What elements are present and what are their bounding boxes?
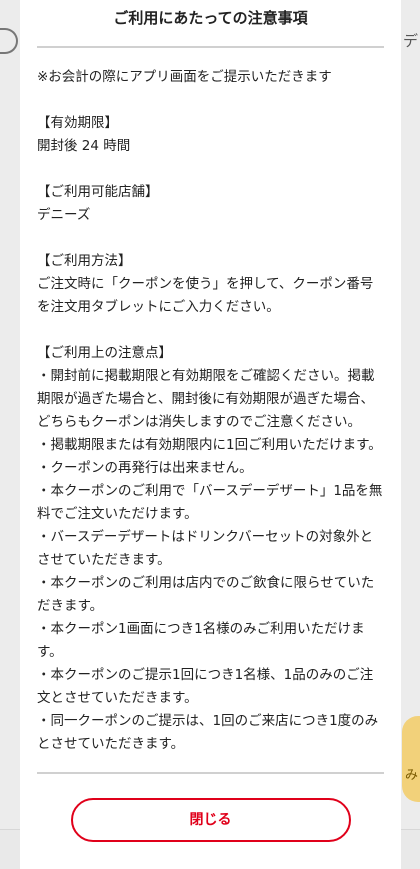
- note-item: ・本クーポンのご提示1回につき1名様、1品のみのご注文とさせていただきます。: [37, 667, 374, 706]
- section-expiry: 【有効期限】 開封後 24 時間: [37, 112, 384, 158]
- note-item: ・バースデーデザートはドリンクバーセットの対象外とさせていただきます。: [37, 529, 374, 568]
- close-button[interactable]: 閉じる: [70, 798, 351, 842]
- section-heading: 【有効期限】: [37, 115, 118, 131]
- section-line: デニーズ: [37, 207, 91, 223]
- notice-modal: ご利用にあたっての注意事項 ※お会計の際にアプリ画面をご提示いただきます 【有効…: [20, 0, 401, 869]
- note-item: ・本クーポン1画面につき1名様のみご利用いただけます。: [37, 621, 365, 660]
- modal-body: ※お会計の際にアプリ画面をご提示いただきます 【有効期限】 開封後 24 時間 …: [20, 48, 401, 756]
- note-item: ・掲載期限または有効期限内に1回ご利用いただけます。: [37, 437, 382, 453]
- section-heading: 【ご利用方法】: [37, 253, 132, 269]
- background-back-icon: [0, 28, 18, 54]
- section-line: 開封後 24 時間: [37, 138, 131, 154]
- intro-text: ※お会計の際にアプリ画面をご提示いただきます: [37, 69, 332, 85]
- background-mascot-badge: [402, 716, 420, 802]
- section-usage: 【ご利用方法】 ご注文時に「クーポンを使う」を押して、クーポン番号を注文用タブレ…: [37, 250, 384, 319]
- note-item: ・クーポンの再発行は出来ません。: [37, 460, 253, 476]
- section-notes: 【ご利用上の注意点】 ・開封前に掲載期限と有効期限をご確認ください。掲載期限が過…: [37, 342, 384, 756]
- section-heading: 【ご利用上の注意点】: [37, 345, 172, 361]
- section-stores: 【ご利用可能店舗】 デニーズ: [37, 181, 384, 227]
- modal-title: ご利用にあたっての注意事項: [113, 9, 308, 27]
- note-item: ・同一クーポンのご提示は、1回のご来店につき1度のみとさせていただきます。: [37, 713, 379, 752]
- note-item: ・開封前に掲載期限と有効期限をご確認ください。掲載期限が過ぎた場合と、開封後に有…: [37, 368, 375, 430]
- intro-note: ※お会計の際にアプリ画面をご提示いただきます: [37, 66, 384, 89]
- footer-divider: [37, 772, 384, 774]
- section-line: ご注文時に「クーポンを使う」を押して、クーポン番号を注文用タブレットにご入力くだ…: [37, 276, 374, 315]
- background-header-text: デ: [402, 32, 418, 50]
- note-item: ・本クーポンのご利用は店内でのご飲食に限らせていただきます。: [37, 575, 375, 614]
- note-item: ・本クーポンのご利用で「バースデーデザート」1品を無料でご注文いただけます。: [37, 483, 383, 522]
- background-mascot-text: み: [404, 768, 418, 783]
- section-heading: 【ご利用可能店舗】: [37, 184, 159, 200]
